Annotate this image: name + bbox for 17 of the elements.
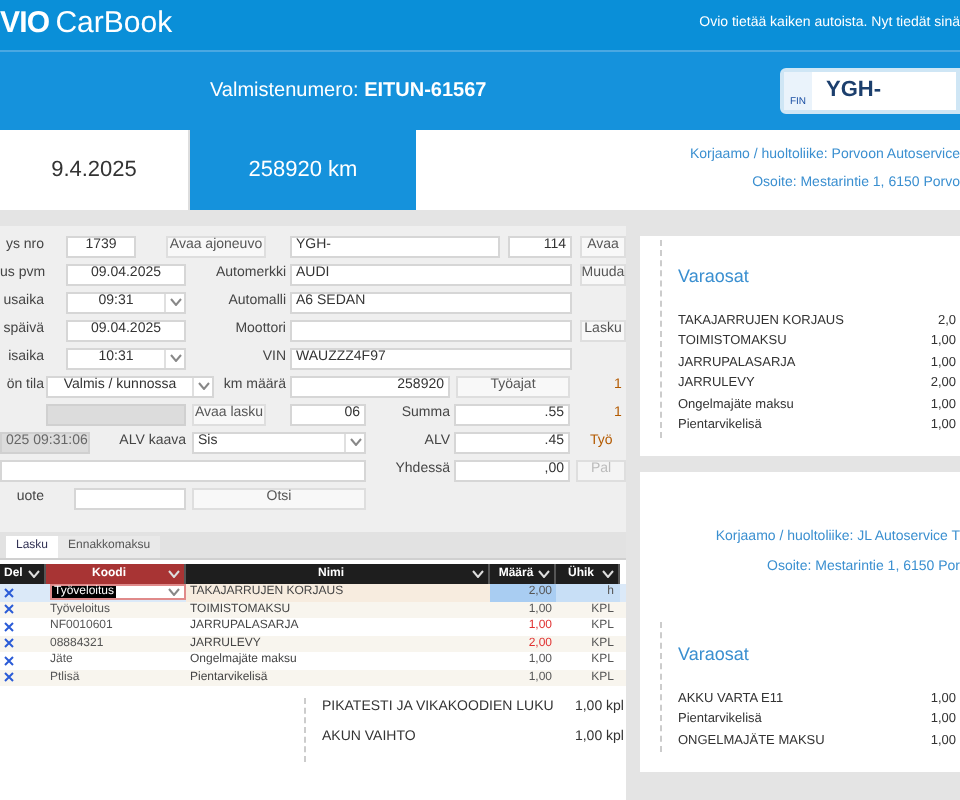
delete-icon[interactable] <box>4 604 14 615</box>
mileage-text: 258920 km <box>248 155 358 186</box>
delete-icon[interactable] <box>4 655 14 666</box>
delete-icon[interactable] <box>4 587 14 598</box>
input-field[interactable] <box>74 487 186 509</box>
plate-number: YGH- <box>824 76 881 107</box>
logo-text: CarBook <box>55 4 173 45</box>
input-field[interactable] <box>0 459 366 481</box>
card-title: Varaosat <box>678 642 751 668</box>
delete-icon[interactable] <box>4 672 14 683</box>
delete-icon[interactable] <box>4 621 14 632</box>
logo-mark: VIO <box>0 4 50 45</box>
input-field[interactable] <box>290 319 572 341</box>
card-title: Varaosat <box>678 264 751 290</box>
vin-text: Valmistenumero: EITUN-61567 <box>210 78 487 106</box>
delete-icon[interactable] <box>4 638 14 649</box>
visit-date: 9.4.2025 <box>51 155 137 186</box>
